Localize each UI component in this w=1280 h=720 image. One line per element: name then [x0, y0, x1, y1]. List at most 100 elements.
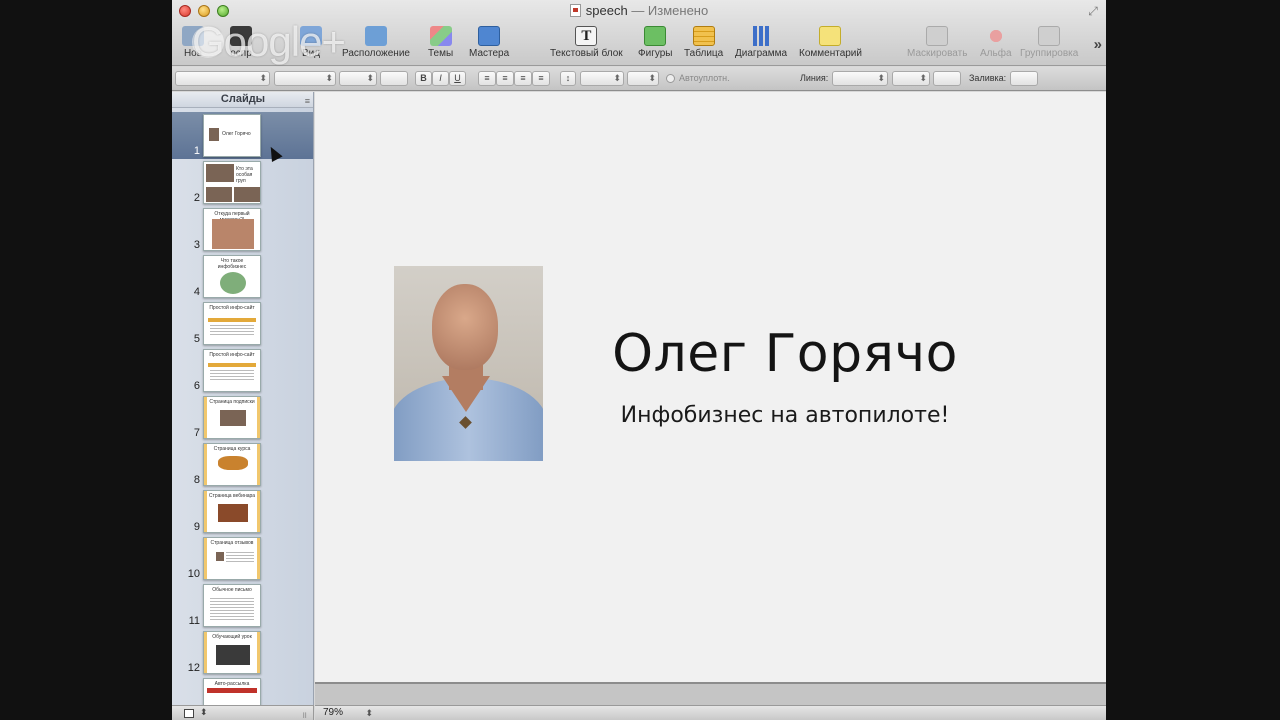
line-width-popup[interactable] — [892, 71, 930, 86]
navigator-view-arrow-icon[interactable]: ⬍ — [200, 707, 208, 718]
slide-thumbnail-row[interactable]: Откуда первый миллион?! 3 — [172, 206, 313, 253]
slide-number: 6 — [193, 380, 200, 392]
slide-thumbnail[interactable]: Страница подписки — [203, 396, 261, 439]
line-style-popup[interactable] — [832, 71, 888, 86]
align-right-button[interactable]: ≡ — [514, 71, 532, 86]
chart-label: Диаграмма — [735, 48, 788, 59]
slide-thumbnail-row[interactable]: Страница подписки 7 — [172, 394, 313, 441]
slide-thumbnail-row[interactable]: Страница вебинара 9 — [172, 488, 313, 535]
slide-thumbnail[interactable]: Что такое инфобизнес — [203, 255, 261, 298]
themes-button[interactable]: Темы — [428, 26, 453, 59]
thumb-photo — [220, 272, 246, 294]
slide-thumbnail-row[interactable]: Олег Горячо 1 — [172, 112, 313, 159]
slide-thumbnail-row[interactable]: Простой инфо-сайт 5 — [172, 300, 313, 347]
masters-icon — [478, 26, 501, 46]
slide-thumbnail-row[interactable]: Обучающий урок 12 — [172, 629, 313, 676]
slide-subtitle[interactable]: Инфобизнес на автопилоте! — [565, 403, 1005, 428]
thumb-photo — [206, 187, 232, 202]
line-label: Линия: — [800, 73, 829, 83]
format-bar: B I U ≡ ≡ ≡ ≡ ↕ Автоуплотн. Линия: Залив… — [172, 67, 1106, 91]
slide-thumbnail[interactable]: Кто эта особая груп — [203, 161, 261, 204]
slide-thumbnail[interactable]: Страница курса — [203, 443, 261, 486]
thumb-text-lines — [210, 370, 254, 382]
slide-thumbnail-row[interactable]: Кто эта особая груп 2 — [172, 159, 313, 206]
mask-label: Маскировать — [907, 48, 968, 59]
slide-number: 10 — [187, 568, 200, 580]
more-tools-icon[interactable]: » — [1094, 36, 1102, 53]
thumb-text-lines — [210, 598, 254, 620]
italic-button[interactable]: I — [432, 71, 449, 86]
themes-icon — [429, 26, 452, 46]
slide-thumbnail-row[interactable]: Авто-рассылка 13 — [172, 676, 313, 705]
comment-label: Комментарий — [799, 48, 862, 59]
font-style-popup[interactable] — [274, 71, 336, 86]
fill-color-well[interactable] — [1010, 71, 1038, 86]
chart-button[interactable]: Диаграмма — [735, 26, 787, 59]
slide-thumbnail[interactable]: Олег Горячо — [203, 114, 261, 157]
slide-thumbnail[interactable]: Простой инфо-сайт — [203, 302, 261, 345]
slide-number: 5 — [193, 333, 200, 345]
columns-popup[interactable] — [627, 71, 659, 86]
photo-head — [432, 284, 498, 370]
slide-canvas[interactable]: Олег Горячо Инфобизнес на автопилоте! — [315, 92, 1106, 705]
text-box-icon: T — [575, 26, 598, 46]
slide-thumbnail[interactable]: Откуда первый миллион?! — [203, 208, 261, 251]
shapes-label: Фигуры — [638, 48, 673, 59]
bold-button[interactable]: B — [415, 71, 432, 86]
justify-button[interactable]: ≡ — [532, 71, 550, 86]
slide-thumbnail-row[interactable]: Обычное письмо 11 — [172, 582, 313, 629]
autofit-checkbox[interactable] — [666, 74, 675, 83]
thumb-title: Страница подписки — [209, 399, 255, 405]
slide-thumbnail[interactable]: Страница отзывов — [203, 537, 261, 580]
alpha-button[interactable]: Альфа — [980, 26, 1012, 59]
thumb-title: Страница курса — [213, 446, 251, 452]
slide-thumbnail-row[interactable]: Что такое инфобизнес 4 — [172, 253, 313, 300]
comment-button[interactable]: Комментарий — [799, 26, 862, 59]
speaker-photo[interactable] — [394, 266, 543, 461]
slide-thumbnail-row[interactable]: Страница отзывов 10 — [172, 535, 313, 582]
shapes-button[interactable]: Фигуры — [638, 26, 672, 59]
slide-thumbnail[interactable]: Обычное письмо — [203, 584, 261, 627]
font-size-popup[interactable] — [339, 71, 377, 86]
current-slide[interactable]: Олег Горячо Инфобизнес на автопилоте! — [315, 92, 1106, 684]
slide-title[interactable]: Олег Горячо — [565, 324, 1005, 384]
layout-button[interactable]: Расположение — [342, 26, 410, 59]
group-button[interactable]: Группировка — [1020, 26, 1078, 59]
zoom-popup[interactable]: 79% ⬍ — [319, 707, 375, 720]
slide-thumbnail-row[interactable]: Страница курса 8 — [172, 441, 313, 488]
navigator-title: Слайды — [220, 93, 266, 105]
text-color-well[interactable] — [380, 71, 408, 86]
thumb-text-lines — [210, 325, 254, 337]
themes-label: Темы — [428, 48, 454, 59]
alpha-label: Альфа — [980, 48, 1012, 59]
font-family-popup[interactable] — [175, 71, 270, 86]
slide-number: 3 — [193, 239, 200, 251]
thumb-title: Кто эта особая груп — [236, 166, 253, 184]
comment-icon — [819, 26, 842, 46]
resize-grip-icon[interactable]: ॥ — [302, 708, 307, 720]
title-toolbar: speech — Изменено ⤢ Нов оспр Вид Располо… — [172, 0, 1106, 66]
underline-button[interactable]: U — [449, 71, 466, 86]
thumb-text-lines — [226, 552, 254, 564]
align-left-button[interactable]: ≡ — [478, 71, 496, 86]
fullscreen-icon[interactable]: ⤢ — [1086, 4, 1100, 18]
text-box-button[interactable]: T Текстовый блок — [550, 26, 623, 59]
table-button[interactable]: Таблица — [684, 26, 723, 59]
line-spacing-icon[interactable]: ↕ — [560, 71, 576, 86]
spacing-popup[interactable] — [580, 71, 624, 86]
line-color-well[interactable] — [933, 71, 961, 86]
navigator-view-icon[interactable] — [184, 709, 194, 718]
navigator-menu-icon[interactable]: ≡ — [305, 94, 310, 109]
slide-thumbnail[interactable]: Авто-рассылка — [203, 678, 261, 705]
mask-button[interactable]: Маскировать — [907, 26, 967, 59]
thumb-title: Обычное письмо — [212, 587, 252, 593]
slide-thumbnail-row[interactable]: Простой инфо-сайт 6 — [172, 347, 313, 394]
zoom-value: 79% — [323, 707, 344, 718]
align-center-button[interactable]: ≡ — [496, 71, 514, 86]
slide-thumbnail[interactable]: Страница вебинара — [203, 490, 261, 533]
masters-button[interactable]: Мастера — [469, 26, 509, 59]
slide-thumbnail[interactable]: Простой инфо-сайт — [203, 349, 261, 392]
google-plus-watermark: Google+ — [192, 18, 346, 65]
thumb-band — [208, 363, 256, 367]
slide-thumbnail[interactable]: Обучающий урок — [203, 631, 261, 674]
